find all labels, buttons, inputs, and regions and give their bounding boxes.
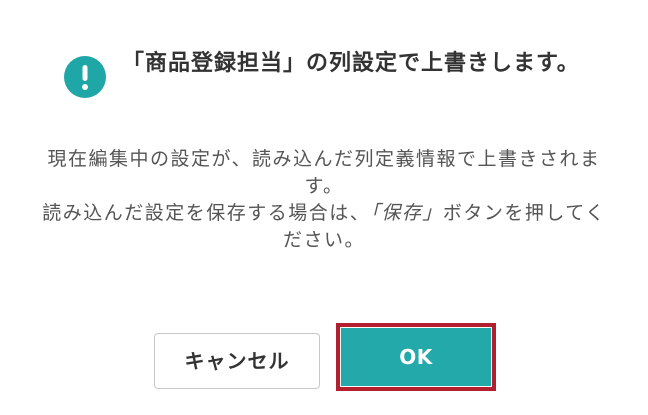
- confirm-dialog: 「商品登録担当」の列設定で上書きします。 現在編集中の設定が、読み込んだ列定義情…: [0, 0, 648, 415]
- ok-button[interactable]: OK: [341, 328, 491, 386]
- message-line-2-text: 読み込んだ設定を保存する場合は、: [42, 202, 371, 224]
- dialog-title: 「商品登録担当」の列設定で上書きします。: [122, 51, 580, 76]
- info-icon: [64, 56, 106, 98]
- save-emphasis: 「保存」: [370, 202, 443, 224]
- dialog-message: 現在編集中の設定が、読み込んだ列定義情報で上書きされます。 読み込んだ設定を保存…: [40, 146, 608, 254]
- cancel-button[interactable]: キャンセル: [154, 333, 320, 389]
- message-line-2: 読み込んだ設定を保存する場合は、「保存」ボタンを押してください。: [40, 200, 608, 254]
- message-line-1: 現在編集中の設定が、読み込んだ列定義情報で上書きされます。: [47, 148, 601, 197]
